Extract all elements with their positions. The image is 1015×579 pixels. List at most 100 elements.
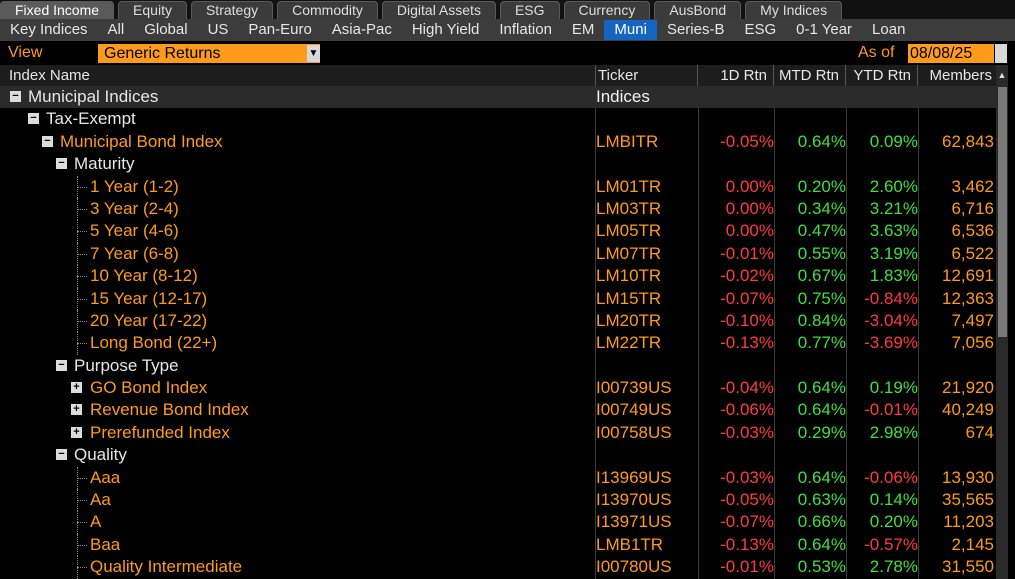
table-row[interactable]: − Municipal Indices Indices <box>0 86 996 109</box>
table-row[interactable]: + Revenue Bond Index I00749US -0.06% 0.64% -0… <box>0 399 996 421</box>
table-row[interactable]: A I13971US -0.07% 0.66% 0.20% 11,203 <box>0 511 996 534</box>
view-dropdown-value: Generic Returns <box>104 45 221 62</box>
tab-primary[interactable]: Currency <box>563 1 651 19</box>
index-name: Maturity <box>74 154 135 174</box>
table-row[interactable]: 7 Year (6-8) LM07TR -0.01% 0.55% 3.19% 6,522 <box>0 242 996 266</box>
tab-secondary[interactable]: Muni <box>604 20 657 40</box>
expand-icon[interactable]: + <box>71 426 82 438</box>
asof-date-field[interactable]: 08/08/25 <box>908 44 994 63</box>
tab-secondary[interactable]: Asia-Pac <box>322 20 402 40</box>
index-name: 1 Year (1-2) <box>90 176 179 196</box>
members-cell: 12,363 <box>942 288 994 308</box>
tree-guide <box>77 186 87 188</box>
index-name: Municipal Indices <box>28 87 159 106</box>
col-header-mtd-return[interactable]: MTD Rtn <box>774 65 846 86</box>
table-row[interactable]: 10 Year (8-12) LM10TR -0.02% 0.67% 1.83% 12,6… <box>0 265 996 288</box>
ticker-cell <box>596 108 698 130</box>
table-row[interactable]: Baa LMB1TR -0.13% 0.64% -0.57% 2,145 <box>0 533 996 557</box>
vertical-scrollbar[interactable]: ▲ <box>996 65 1008 579</box>
tab-secondary[interactable]: US <box>198 20 239 40</box>
table-row[interactable]: 3 Year (2-4) LM03TR 0.00% 0.34% 3.21% 6,716 <box>0 197 996 221</box>
index-name: 15 Year (12-17) <box>90 288 208 308</box>
return-ytd-cell: -0.06% <box>864 467 918 487</box>
collapse-icon[interactable]: − <box>10 91 21 102</box>
collapse-icon[interactable]: − <box>28 113 39 125</box>
col-header-members[interactable]: Members <box>918 65 996 86</box>
collapse-icon[interactable]: − <box>56 449 67 461</box>
return-ytd-cell <box>846 444 918 466</box>
index-name-cell: 1 Year (1-2) <box>0 175 593 198</box>
col-header-ytd-return[interactable]: YTD Rtn <box>846 65 918 86</box>
tab-secondary[interactable]: Pan-Euro <box>238 20 321 40</box>
calendar-button[interactable] <box>995 44 1007 63</box>
col-header-1d-return[interactable]: 1D Rtn <box>698 65 774 86</box>
tab-primary[interactable]: Fixed Income <box>0 1 115 19</box>
collapse-icon[interactable]: − <box>56 158 67 170</box>
tab-primary[interactable]: Strategy <box>190 1 274 19</box>
table-row[interactable]: Aa I13970US -0.05% 0.63% 0.14% 35,565 <box>0 489 996 512</box>
ticker-cell: Indices <box>596 87 650 106</box>
ticker-cell: I00749US <box>596 400 672 420</box>
table-row[interactable]: 1 Year (1-2) LM01TR 0.00% 0.20% 2.60% 3,462 <box>0 175 996 198</box>
tab-secondary[interactable]: All <box>98 20 135 40</box>
table-row[interactable]: − Quality <box>0 444 996 466</box>
tab-primary[interactable]: Commodity <box>277 1 378 19</box>
tab-primary[interactable]: ESG <box>499 1 560 19</box>
return-ytd-cell: -0.01% <box>864 400 918 420</box>
table-row[interactable]: Aaa I13969US -0.03% 0.64% -0.06% 13,930 <box>0 466 996 490</box>
expand-icon[interactable]: + <box>71 382 82 394</box>
col-header-ticker[interactable]: Ticker <box>596 65 698 86</box>
scroll-up-icon[interactable]: ▲ <box>996 65 1008 85</box>
table-row[interactable]: Long Bond (22+) LM22TR -0.13% 0.77% -3.69% 7,… <box>0 332 996 355</box>
tab-secondary[interactable]: High Yield <box>402 20 490 40</box>
table-row[interactable]: Quality Intermediate I00780US -0.01% 0.53% 2… <box>0 556 996 579</box>
tab-secondary[interactable]: ESG <box>734 20 786 40</box>
tab-secondary[interactable]: Key Indices <box>0 20 98 40</box>
members-cell: 6,536 <box>951 221 994 241</box>
collapse-icon[interactable]: − <box>56 359 67 371</box>
return-ytd-cell: -0.57% <box>864 534 918 554</box>
primary-tab-bar: Fixed Income Equity Strategy Commodity Digit… <box>0 0 1015 19</box>
tab-secondary[interactable]: EM <box>562 20 605 40</box>
expand-icon[interactable]: + <box>71 404 82 416</box>
members-cell: 3,462 <box>951 176 994 196</box>
return-ytd-cell <box>846 153 918 175</box>
tab-secondary[interactable]: Inflation <box>489 20 562 40</box>
tab-secondary[interactable]: Loan <box>862 20 915 40</box>
tab-primary[interactable]: Digital Assets <box>381 1 496 19</box>
col-header-index-name[interactable]: Index Name <box>0 65 596 86</box>
return-ytd-cell: -3.69% <box>864 333 918 353</box>
tab-primary[interactable]: Equity <box>118 1 187 19</box>
tab-secondary[interactable]: Global <box>134 20 197 40</box>
return-1d-cell: -0.10% <box>720 310 774 330</box>
index-browser-window: Fixed Income Equity Strategy Commodity Digit… <box>0 0 1015 579</box>
tab-secondary[interactable]: Series-B <box>657 20 735 40</box>
tab-primary[interactable]: AusBond <box>654 1 742 19</box>
table-row[interactable]: − Municipal Bond Index LMBITR -0.05% 0.64% 0.… <box>0 131 996 153</box>
table-row[interactable]: − Maturity <box>0 153 996 175</box>
table-row[interactable]: 5 Year (4-6) LM05TR 0.00% 0.47% 3.63% 6,536 <box>0 220 996 243</box>
index-name-cell: Baa <box>0 533 593 557</box>
table-row[interactable]: − Purpose Type <box>0 355 996 377</box>
table-row[interactable]: + GO Bond Index I00739US -0.04% 0.64% 0.19% 21… <box>0 377 996 399</box>
table-row[interactable]: 15 Year (12-17) LM15TR -0.07% 0.75% -0.84% 12… <box>0 287 996 310</box>
return-mtd-cell <box>774 108 846 130</box>
view-dropdown[interactable]: Generic Returns ▼ <box>98 44 320 63</box>
index-name-cell: Quality Intermediate <box>0 556 593 579</box>
scrollbar-thumb[interactable] <box>998 87 1007 337</box>
index-name-cell: 3 Year (2-4) <box>0 197 593 221</box>
index-name-cell: − Quality <box>0 444 593 466</box>
table-row[interactable]: 20 Year (17-22) LM20TR -0.10% 0.84% -3.04% 7,… <box>0 309 996 333</box>
table-row[interactable]: + Prerefunded Index I00758US -0.03% 0.29% 2.9… <box>0 422 996 444</box>
return-1d-cell: 0.00% <box>725 198 774 218</box>
table-row[interactable]: − Tax-Exempt <box>0 108 996 130</box>
collapse-icon[interactable]: − <box>42 135 53 147</box>
return-mtd-cell: 0.64% <box>797 467 846 487</box>
chevron-down-icon[interactable]: ▼ <box>307 45 320 62</box>
tab-primary[interactable]: My Indices <box>745 1 843 19</box>
tab-secondary[interactable]: 0-1 Year <box>786 20 862 40</box>
index-name: Tax-Exempt <box>46 109 136 129</box>
return-1d-cell <box>698 108 774 130</box>
tree-guide <box>77 298 87 300</box>
return-mtd-cell: 0.64% <box>797 131 846 151</box>
